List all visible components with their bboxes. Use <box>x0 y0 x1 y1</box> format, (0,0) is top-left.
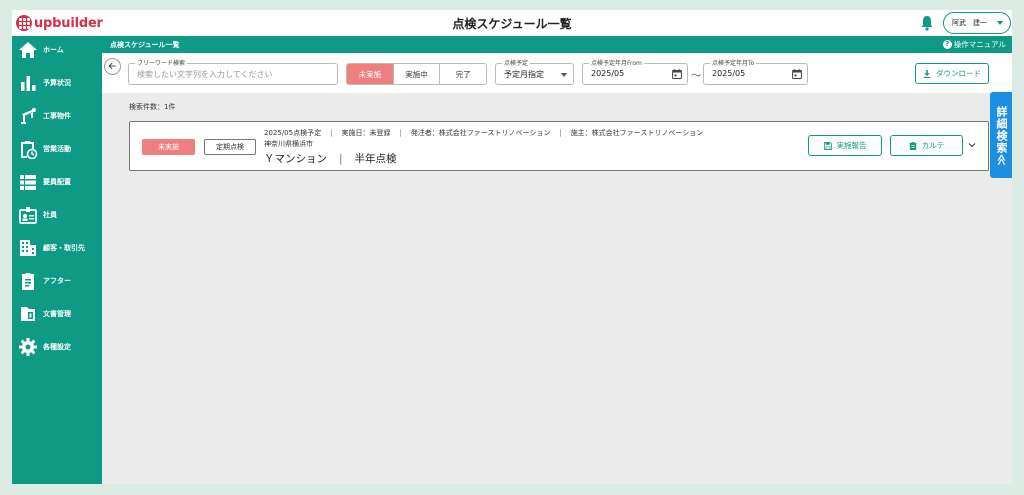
search-panel: フリーワード検索 検索したい文字列を入力してください 未実施 実施中 完了 点検… <box>102 53 1012 93</box>
document-icon <box>21 307 35 321</box>
sidebar-item-customers[interactable]: 顧客・取引先 <box>12 234 102 262</box>
sidebar-item-label: 各種設定 <box>43 343 71 351</box>
sidebar-item-label: ホーム <box>43 46 64 54</box>
sidebar-item-label: 文書管理 <box>43 310 71 318</box>
sidebar-item-label: 要員配置 <box>43 178 71 186</box>
manual-link[interactable]: ? 操作マニュアル <box>942 39 1006 50</box>
date-to-input[interactable]: 点検予定年月To 2025/05 <box>703 58 808 85</box>
range-separator: 〜 <box>691 71 701 82</box>
sidebar-item-label: 社員 <box>43 211 57 219</box>
card-title: Ｙマンション | 半年点検 <box>264 153 397 165</box>
calendar-icon[interactable] <box>792 69 802 79</box>
sidebar-item-label: 顧客・取引先 <box>43 244 85 252</box>
orderer: 発注者：株式会社ファーストリノベーション <box>410 129 551 137</box>
clipboard-icon <box>22 273 34 290</box>
sidebar-item-label: 工事物件 <box>43 112 71 120</box>
sidebar-item-home[interactable]: ホーム <box>12 36 102 64</box>
breadcrumb: 点検スケジュール一覧 <box>110 41 180 49</box>
date-to-value: 2025/05 <box>712 69 746 78</box>
gear-icon <box>19 338 37 356</box>
sidebar-item-construction[interactable]: 工事物件 <box>12 102 102 130</box>
page-title: 点検スケジュール一覧 <box>452 17 572 31</box>
status-option-not-started[interactable]: 未実施 <box>347 64 393 84</box>
collapse-sidebar-button[interactable] <box>104 58 121 75</box>
manual-link-label: 操作マニュアル <box>953 40 1006 49</box>
sidebar-item-label: アフター <box>43 277 71 285</box>
sub-header: 点検スケジュール一覧 ? 操作マニュアル <box>102 36 1012 53</box>
sidebar-item-documents[interactable]: 文書管理 <box>12 300 102 328</box>
advanced-search-tab[interactable]: 詳細検索≪ <box>990 92 1012 178</box>
top-bar: upbuilder 点検スケジュール一覧 阿武 建一 <box>12 10 1012 36</box>
list-icon <box>20 175 36 190</box>
download-icon <box>923 69 931 78</box>
report-button[interactable]: 実施報告 <box>808 135 882 156</box>
inspection-name: 半年点検 <box>354 153 397 165</box>
property-name: Ｙマンション <box>264 153 327 165</box>
executed-date: 実施日：未登録 <box>341 129 391 137</box>
schedule-card: 未実施 定期点検 2025/05点検予定 | 実施日：未登録 | 発注者：株式会社ファー… <box>129 121 989 171</box>
download-button-label: ダウンロード <box>936 69 981 78</box>
sidebar-item-sales[interactable]: 営業活動 <box>12 135 102 163</box>
user-name: 阿武 建一 <box>952 19 987 27</box>
app-window: upbuilder 点検スケジュール一覧 阿武 建一 ホーム 予算状況 工事物件… <box>12 10 1012 484</box>
clipboard-icon <box>909 141 916 150</box>
schedule-select-value: 予定月指定 <box>504 70 544 79</box>
chart-button-label: カルテ <box>921 141 945 150</box>
freeword-search-placeholder: 検索したい文字列を入力してください <box>137 70 273 79</box>
schedule-text: 2025/05点検予定 <box>264 129 322 137</box>
status-filter: 未実施 実施中 完了 <box>346 63 487 85</box>
construction-icon <box>21 108 36 124</box>
date-from-value: 2025/05 <box>591 69 625 78</box>
date-to-label: 点検予定年月To <box>710 58 757 67</box>
freeword-search-label: フリーワード検索 <box>135 58 188 67</box>
freeword-search-input[interactable]: フリーワード検索 検索したい文字列を入力してください <box>128 58 338 85</box>
download-button[interactable]: ダウンロード <box>915 63 989 84</box>
date-from-label: 点検予定年月From <box>589 58 644 67</box>
caret-down-icon <box>997 21 1003 25</box>
schedule-select[interactable]: 点検予定 予定月指定 <box>495 58 574 85</box>
clipboard-clock-icon <box>21 141 38 159</box>
sidebar-item-label: 営業活動 <box>43 145 71 153</box>
bell-icon[interactable] <box>920 15 934 31</box>
sidebar-item-settings[interactable]: 各種設定 <box>12 333 102 361</box>
date-from-input[interactable]: 点検予定年月From 2025/05 <box>582 58 688 85</box>
save-icon <box>823 141 832 150</box>
sidebar-item-staffing[interactable]: 要員配置 <box>12 168 102 196</box>
card-meta: 2025/05点検予定 | 実施日：未登録 | 発注者：株式会社ファーストリノベーション… <box>264 129 704 137</box>
status-option-done[interactable]: 完了 <box>439 64 486 84</box>
status-badge: 未実施 <box>142 139 195 155</box>
sidebar-item-employees[interactable]: 社員 <box>12 201 102 229</box>
sidebar-item-budget[interactable]: 予算状況 <box>12 69 102 97</box>
user-menu-button[interactable]: 阿武 建一 <box>943 12 1011 34</box>
building-icon <box>20 240 36 256</box>
sidebar-item-after[interactable]: アフター <box>12 267 102 295</box>
arrow-left-icon <box>108 62 116 70</box>
sidebar-item-label: 予算状況 <box>43 79 71 87</box>
id-badge-icon <box>19 207 37 224</box>
question-icon: ? <box>942 40 952 49</box>
report-button-label: 実施報告 <box>836 141 867 150</box>
bar-chart-icon <box>21 76 36 91</box>
result-count: 検索件数：1件 <box>129 103 176 111</box>
client: 施主：株式会社ファーストリノベーション <box>570 129 704 137</box>
home-icon <box>19 42 37 58</box>
chevron-down-icon[interactable] <box>968 141 976 149</box>
inspection-type-badge: 定期点検 <box>204 139 256 155</box>
calendar-icon[interactable] <box>672 69 682 79</box>
chart-button[interactable]: カルテ <box>890 135 963 156</box>
address: 神奈川県横浜市 <box>264 140 313 148</box>
status-option-in-progress[interactable]: 実施中 <box>392 64 440 84</box>
sidebar: ホーム 予算状況 工事物件 営業活動 要員配置 社員 顧客・取引先 アフター 文… <box>12 36 102 484</box>
schedule-select-label: 点検予定 <box>502 58 531 67</box>
caret-down-icon <box>561 73 567 77</box>
